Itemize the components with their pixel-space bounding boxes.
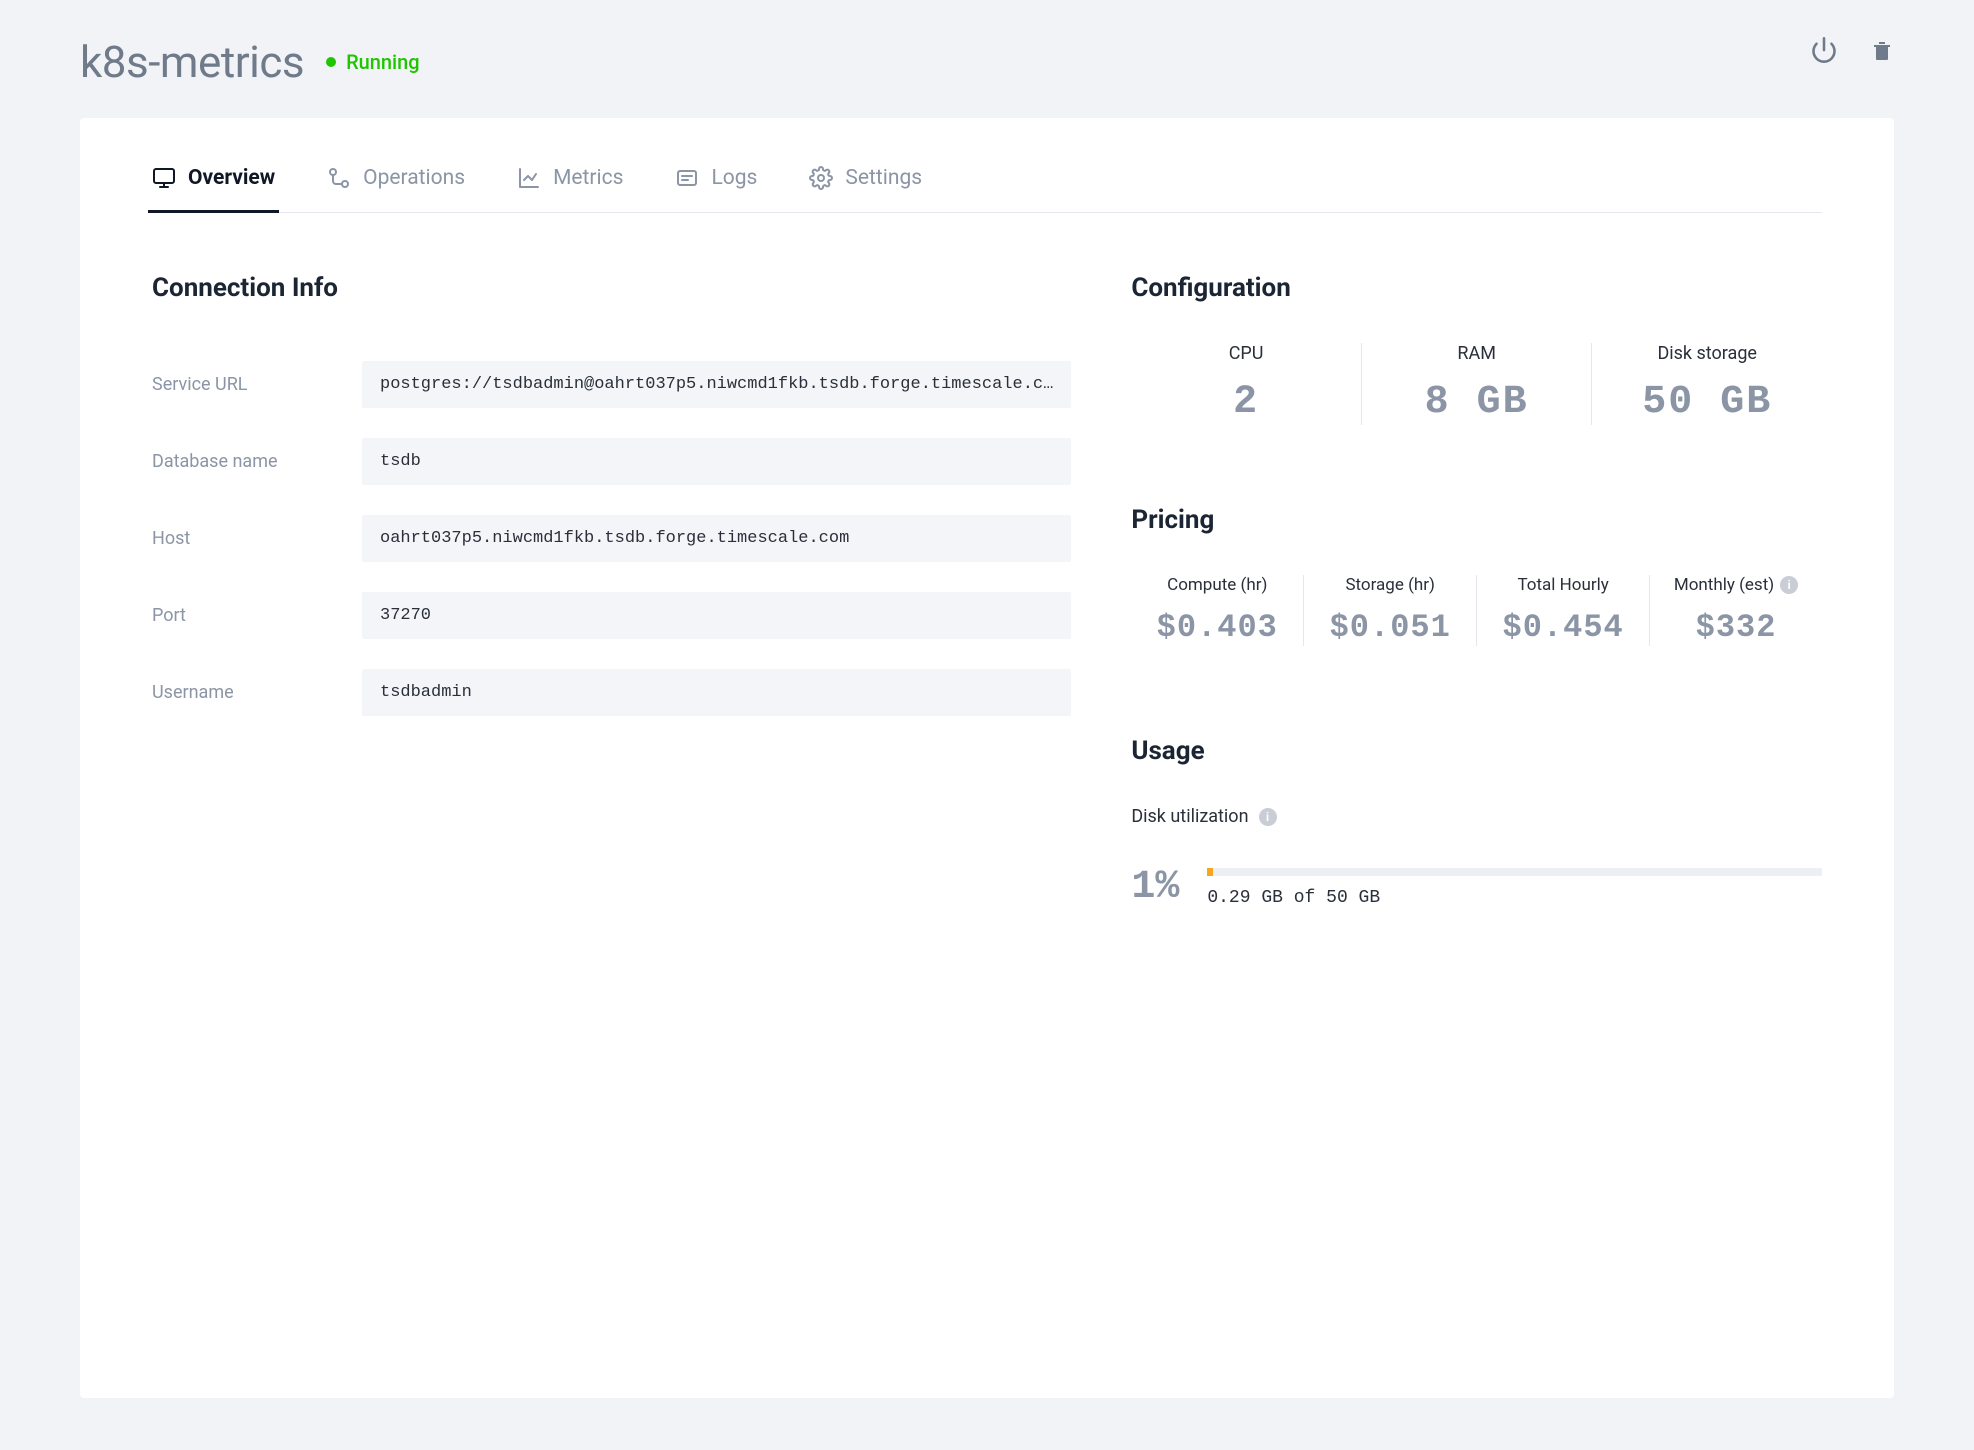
power-button[interactable]: [1810, 36, 1838, 64]
gear-icon: [809, 166, 833, 190]
pricing-compute: Compute (hr) $0.403: [1131, 575, 1304, 646]
config-disk: Disk storage 50 GB: [1592, 343, 1822, 425]
value-username[interactable]: tsdbadmin: [362, 669, 1071, 716]
field-username: Username tsdbadmin: [152, 669, 1071, 716]
field-service-url: Service URL postgres://tsdbadmin@oahrt03…: [152, 361, 1071, 408]
service-title: k8s-metrics: [80, 36, 304, 88]
tab-metrics[interactable]: Metrics: [517, 166, 623, 212]
usage-progress-fill: [1207, 868, 1213, 876]
config-cpu: CPU 2: [1131, 343, 1362, 425]
pricing-section: Pricing Compute (hr) $0.403 Storage (hr)…: [1131, 505, 1822, 646]
page-header: k8s-metrics Running: [80, 0, 1894, 118]
value-port[interactable]: 37270: [362, 592, 1071, 639]
log-icon: [675, 166, 699, 190]
status-dot-icon: [326, 57, 336, 67]
main-card: Overview Operations Metrics Logs Setting…: [80, 118, 1894, 1398]
trash-icon: [1870, 36, 1894, 64]
value-service-url[interactable]: postgres://tsdbadmin@oahrt037p5.niwcmd1f…: [362, 361, 1071, 408]
monitor-icon: [152, 166, 176, 190]
usage-detail: 0.29 GB of 50 GB: [1207, 888, 1822, 908]
config-ram: RAM 8 GB: [1362, 343, 1593, 425]
value-host[interactable]: oahrt037p5.niwcmd1fkb.tsdb.forge.timesca…: [362, 515, 1071, 562]
pricing-storage: Storage (hr) $0.051: [1304, 575, 1477, 646]
value-database-name[interactable]: tsdb: [362, 438, 1071, 485]
info-icon[interactable]: i: [1780, 576, 1798, 594]
tab-overview[interactable]: Overview: [152, 166, 275, 212]
usage-progress-bar: [1207, 868, 1822, 876]
configuration-section: Configuration CPU 2 RAM 8 GB Disk storag…: [1131, 273, 1822, 425]
usage-section: Usage Disk utilization i 1% 0.29 GB of 5…: [1131, 736, 1822, 910]
delete-button[interactable]: [1870, 36, 1894, 64]
pricing-monthly: Monthly (est) i $332: [1650, 575, 1822, 646]
info-icon[interactable]: i: [1259, 808, 1277, 826]
tab-settings[interactable]: Settings: [809, 166, 922, 212]
connection-heading: Connection Info: [152, 273, 1071, 303]
workflow-icon: [327, 166, 351, 190]
field-host: Host oahrt037p5.niwcmd1fkb.tsdb.forge.ti…: [152, 515, 1071, 562]
usage-label: Disk utilization: [1131, 806, 1248, 827]
field-port: Port 37270: [152, 592, 1071, 639]
pricing-total: Total Hourly $0.454: [1477, 575, 1650, 646]
tab-operations[interactable]: Operations: [327, 166, 465, 212]
field-database-name: Database name tsdb: [152, 438, 1071, 485]
power-icon: [1810, 36, 1838, 64]
usage-heading: Usage: [1131, 736, 1822, 766]
pricing-heading: Pricing: [1131, 505, 1822, 535]
chart-icon: [517, 166, 541, 190]
tab-bar: Overview Operations Metrics Logs Setting…: [152, 166, 1822, 213]
usage-percent: 1%: [1131, 865, 1179, 910]
status-label: Running: [346, 50, 420, 74]
configuration-heading: Configuration: [1131, 273, 1822, 303]
status-badge: Running: [326, 50, 420, 74]
tab-logs[interactable]: Logs: [675, 166, 757, 212]
connection-section: Connection Info Service URL postgres://t…: [152, 273, 1071, 910]
